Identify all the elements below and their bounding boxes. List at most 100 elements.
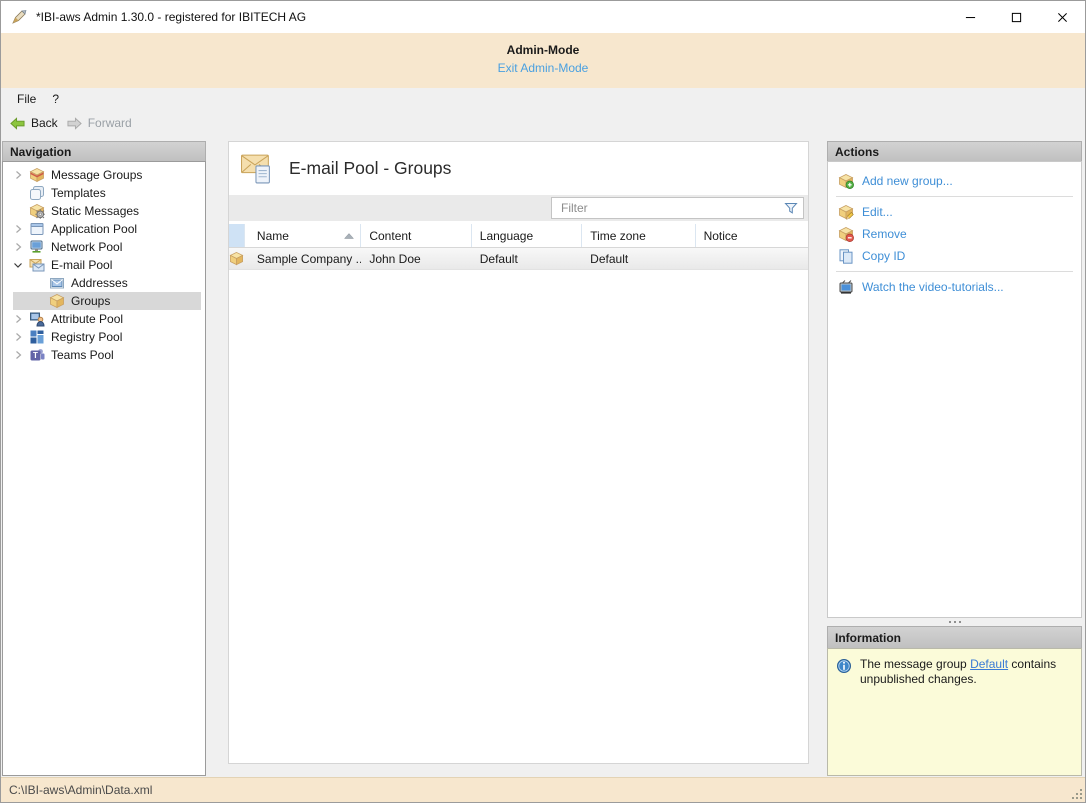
action-edit[interactable]: Edit...	[828, 201, 1081, 223]
menu-bar: File ?	[1, 88, 1085, 110]
navigation-panel: Navigation Message Groups Templates Static…	[2, 141, 206, 776]
nav-item-label: Static Messages	[51, 204, 140, 218]
email-pool-groups-icon	[239, 152, 275, 185]
information-header: Information	[827, 626, 1082, 648]
column-header-label: Name	[256, 228, 289, 243]
data-file-path: C:\IBI-aws\Admin\Data.xml	[9, 783, 153, 797]
nav-item-label: Attribute Pool	[51, 312, 124, 326]
menu-help[interactable]: ?	[44, 92, 67, 106]
nav-item-e-mail-pool[interactable]: E-mail Pool	[3, 256, 205, 274]
page-title: E-mail Pool - Groups	[289, 158, 452, 178]
actions-separator	[836, 271, 1073, 272]
menu-file[interactable]: File	[9, 92, 44, 106]
nav-item-label: Application Pool	[51, 222, 138, 236]
admin-mode-banner: Admin-Mode Exit Admin-Mode	[1, 33, 1085, 88]
chevron-right-icon	[9, 167, 27, 183]
cell-text: Default	[590, 251, 629, 266]
video-tutorials-icon	[838, 279, 854, 295]
addresses-icon	[49, 275, 65, 291]
copy-id-icon	[838, 248, 854, 264]
nav-item-label: E-mail Pool	[51, 258, 113, 272]
action-copy-id[interactable]: Copy ID	[828, 245, 1081, 267]
actions-list: Add new group... Edit... Remove Copy ID Watc…	[827, 161, 1082, 618]
cell-text: Sample Company ...	[256, 251, 362, 266]
nav-item-label: Registry Pool	[51, 330, 123, 344]
chevron-right-icon	[9, 329, 27, 345]
resize-grip[interactable]	[1071, 788, 1082, 799]
app-window: *IBI-aws Admin 1.30.0 - registered for I…	[0, 0, 1086, 803]
nav-item-message-groups[interactable]: Message Groups	[3, 166, 205, 184]
nav-item-registry-pool[interactable]: Registry Pool	[3, 328, 205, 346]
app-icon	[10, 9, 28, 25]
action-label: Copy ID	[862, 249, 906, 263]
nav-item-label: Message Groups	[51, 168, 143, 182]
back-arrow-icon	[9, 116, 26, 131]
actions-header: Actions	[827, 141, 1082, 161]
window-title: *IBI-aws Admin 1.30.0 - registered for I…	[36, 10, 307, 24]
nav-item-templates[interactable]: Templates	[3, 184, 205, 202]
nav-item-label: Templates	[51, 186, 106, 200]
panel-splitter-handle[interactable]	[827, 618, 1082, 626]
column-header-label: Language	[479, 228, 534, 243]
column-header-content[interactable]: Content	[361, 224, 472, 247]
svg-text:T: T	[33, 351, 38, 360]
cell-text: Default	[479, 251, 518, 266]
chevron-right-icon	[9, 239, 27, 255]
column-header-name[interactable]: Name	[245, 224, 362, 247]
column-header-notice[interactable]: Notice	[696, 224, 808, 247]
nav-item-addresses[interactable]: Addresses	[3, 274, 205, 292]
cell-text: John Doe	[369, 251, 421, 266]
table-row[interactable]: Sample Company ... John Doe Default Default	[229, 248, 808, 270]
chevron-right-icon	[9, 221, 27, 237]
nav-item-network-pool[interactable]: Network Pool	[3, 238, 205, 256]
action-remove[interactable]: Remove	[828, 223, 1081, 245]
navigation-header: Navigation	[2, 141, 206, 161]
table-select-column-header[interactable]	[229, 224, 245, 247]
teams-pool-icon: T	[29, 347, 45, 363]
nav-item-teams-pool[interactable]: T Teams Pool	[3, 346, 205, 364]
action-label: Remove	[862, 227, 907, 241]
row-cell-content: John Doe	[361, 248, 471, 269]
exit-admin-mode-link[interactable]: Exit Admin-Mode	[498, 61, 589, 75]
column-header-time-zone[interactable]: Time zone	[582, 224, 696, 247]
templates-icon	[29, 185, 45, 201]
information-panel: Information The message group Default co…	[827, 626, 1082, 776]
nav-item-static-messages[interactable]: Static Messages	[3, 202, 205, 220]
email-pool-icon	[29, 257, 45, 273]
sort-asc-icon	[344, 232, 355, 239]
column-header-language[interactable]: Language	[472, 224, 583, 247]
forward-arrow-icon	[66, 116, 83, 131]
admin-mode-title: Admin-Mode	[506, 43, 580, 57]
maximize-button[interactable]	[993, 1, 1039, 33]
action-label: Add new group...	[862, 174, 953, 188]
column-header-label: Notice	[703, 228, 738, 243]
forward-button[interactable]: Forward	[66, 116, 132, 131]
remove-group-icon	[838, 226, 854, 242]
close-button[interactable]	[1039, 1, 1085, 33]
row-cell-notice	[696, 248, 808, 269]
nav-item-attribute-pool[interactable]: Attribute Pool	[3, 310, 205, 328]
add-group-icon	[838, 173, 854, 189]
filter-input[interactable]	[551, 197, 804, 219]
action-add-new-group[interactable]: Add new group...	[828, 170, 1081, 192]
action-watch-the-video-tutorials[interactable]: Watch the video-tutorials...	[828, 276, 1081, 298]
minimize-button[interactable]	[947, 1, 993, 33]
tool-bar: Back Forward	[1, 110, 1085, 136]
default-group-link[interactable]: Default	[970, 657, 1008, 671]
back-button[interactable]: Back	[9, 116, 58, 131]
groups-icon	[229, 251, 244, 266]
information-body: The message group Default contains unpub…	[827, 648, 1082, 776]
filter-funnel-icon[interactable]	[783, 200, 799, 216]
main-content-panel: E-mail Pool - Groups Name Content Language…	[228, 141, 809, 764]
nav-item-groups[interactable]: Groups	[3, 292, 205, 310]
application-pool-icon	[29, 221, 45, 237]
actions-separator	[836, 196, 1073, 197]
nav-item-application-pool[interactable]: Application Pool	[3, 220, 205, 238]
column-header-label: Time zone	[590, 228, 646, 243]
filter-box	[551, 197, 804, 219]
chevron-right-icon	[9, 347, 27, 363]
chevron-down-icon	[9, 257, 27, 273]
action-label: Edit...	[862, 205, 893, 219]
registry-pool-icon	[29, 329, 45, 345]
attribute-pool-icon	[29, 311, 45, 327]
